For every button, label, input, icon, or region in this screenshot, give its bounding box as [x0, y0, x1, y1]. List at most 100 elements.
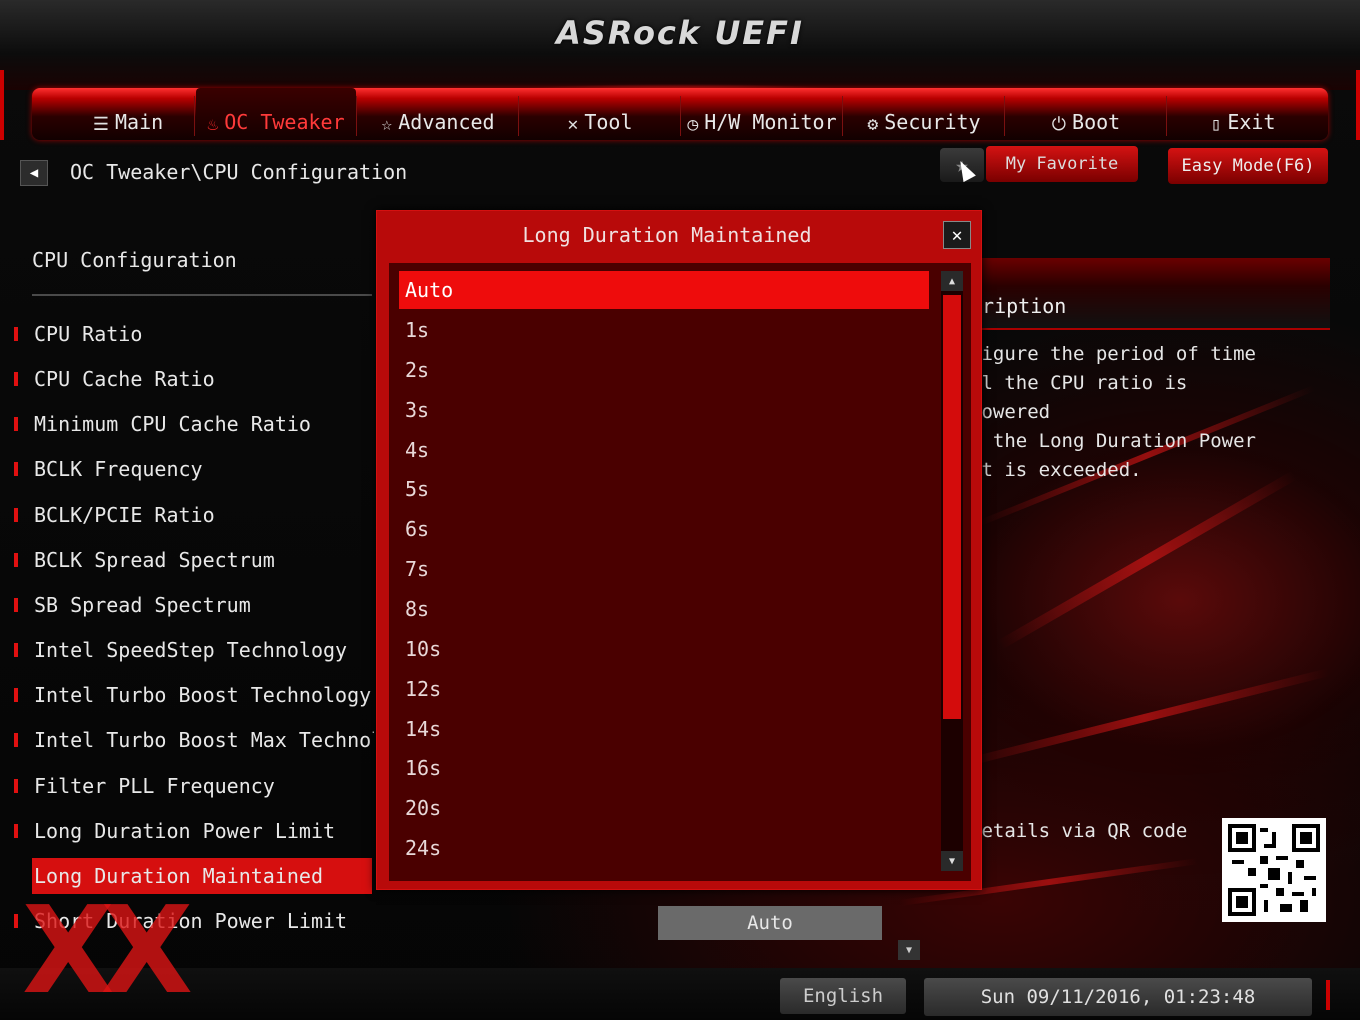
option-item[interactable]: 3s — [399, 391, 929, 429]
nav-divider — [680, 96, 681, 136]
tab-label: H/W Monitor — [704, 110, 837, 134]
page-scroll-down-button[interactable]: ▼ — [898, 940, 920, 960]
main-nav: ☰ Main ♨ OC Tweaker ☆ Advanced ✕ Tool ◷ … — [32, 88, 1328, 140]
bullet-icon — [14, 824, 18, 838]
scroll-thumb[interactable] — [943, 295, 961, 719]
scroll-up-button[interactable]: ▲ — [941, 271, 963, 291]
modal-title: Long Duration Maintained — [522, 223, 812, 247]
section-divider — [32, 294, 372, 296]
description-line: n the Long Duration Power — [970, 430, 1256, 452]
menu-item-min-cpu-cache-ratio[interactable]: Minimum CPU Cache Ratio — [14, 406, 374, 442]
close-icon: ✕ — [951, 224, 963, 246]
edge-accent — [1326, 980, 1330, 1010]
app-logo: ASRock UEFI — [556, 14, 804, 52]
option-item[interactable]: Auto — [399, 271, 929, 309]
description-line: il the CPU ratio is lowered — [970, 372, 1188, 423]
tab-oc-tweaker[interactable]: ♨ OC Tweaker — [196, 88, 356, 140]
menu-item-label: SB Spread Spectrum — [34, 593, 251, 617]
exit-icon: ▯ — [1210, 114, 1222, 135]
menu-item-turbo-boost[interactable]: Intel Turbo Boost Technology — [14, 677, 374, 713]
option-item[interactable]: 10s — [399, 630, 929, 668]
description-title: cription — [970, 294, 1067, 318]
qr-code — [1222, 818, 1326, 922]
tab-tool[interactable]: ✕ Tool — [520, 88, 680, 140]
bullet-icon — [14, 598, 18, 612]
option-item[interactable]: 2s — [399, 351, 929, 389]
description-line: figure the period of time — [970, 343, 1256, 365]
tab-exit[interactable]: ▯ Exit — [1168, 88, 1318, 140]
tab-label: OC Tweaker — [224, 110, 345, 134]
option-item[interactable]: 20s — [399, 789, 929, 827]
option-item[interactable]: 12s — [399, 670, 929, 708]
bullet-icon — [14, 372, 18, 386]
description-text: figure the period of time il the CPU rat… — [970, 340, 1270, 485]
option-item[interactable]: 6s — [399, 510, 929, 548]
menu-item-cpu-cache-ratio[interactable]: CPU Cache Ratio — [14, 361, 374, 397]
tab-main[interactable]: ☰ Main — [68, 88, 188, 140]
chevron-down-icon: ▼ — [948, 855, 956, 867]
section-title: CPU Configuration — [32, 248, 237, 272]
scroll-down-button[interactable]: ▼ — [941, 851, 963, 871]
qr-code-icon — [1228, 824, 1320, 916]
menu-item-label: BCLK/PCIE Ratio — [34, 503, 215, 527]
watermark-logo: XX — [22, 882, 193, 1020]
option-scrollbar[interactable]: ▲ ▼ — [941, 271, 963, 871]
menu-item-label: BCLK Frequency — [34, 457, 203, 481]
menu-item-label: CPU Ratio — [34, 322, 143, 346]
option-modal: Long Duration Maintained ✕ Auto 1s 2s 3s… — [376, 210, 982, 890]
value-dropdown[interactable]: Auto — [658, 906, 882, 940]
bullet-icon — [14, 327, 18, 341]
menu-item-long-duration-power-limit[interactable]: Long Duration Power Limit — [14, 813, 374, 849]
menu-item-label: Intel Turbo Boost Max Technology — [34, 728, 374, 752]
datetime-display: Sun 09/11/2016, 01:23:48 — [924, 978, 1312, 1016]
menu-item-label: Minimum CPU Cache Ratio — [34, 412, 311, 436]
edge-accent — [1356, 70, 1360, 140]
option-item[interactable]: 1s — [399, 311, 929, 349]
tab-label: Security — [884, 110, 981, 134]
menu-item-bclk-frequency[interactable]: BCLK Frequency — [14, 451, 374, 487]
back-arrow-icon: ◀ — [29, 165, 39, 181]
menu-item-label: Filter PLL Frequency — [34, 774, 275, 798]
bullet-icon — [14, 553, 18, 567]
tab-boot[interactable]: ⏻ Boot — [1006, 88, 1166, 140]
menu-item-cpu-ratio[interactable]: CPU Ratio — [14, 316, 374, 352]
tools-icon: ✕ — [567, 114, 579, 135]
power-icon: ⏻ — [1051, 114, 1067, 135]
option-item[interactable]: 16s — [399, 749, 929, 787]
bullet-icon — [14, 462, 18, 476]
menu-item-speedstep[interactable]: Intel SpeedStep Technology — [14, 632, 374, 668]
tab-advanced[interactable]: ☆ Advanced — [358, 88, 518, 140]
option-list: Auto 1s 2s 3s 4s 5s 6s 7s 8s 10s 12s 14s… — [389, 263, 971, 881]
nav-divider — [194, 96, 195, 136]
option-item[interactable]: 14s — [399, 710, 929, 748]
menu-item-sb-spread-spectrum[interactable]: SB Spread Spectrum — [14, 587, 374, 623]
my-favorite-button[interactable]: My Favorite — [986, 146, 1138, 182]
language-button[interactable]: English — [780, 978, 906, 1014]
tab-label: Exit — [1227, 110, 1276, 134]
star-icon: ☆ — [381, 114, 393, 135]
option-item[interactable]: 5s — [399, 470, 929, 508]
bullet-icon — [14, 508, 18, 522]
bullet-icon — [14, 779, 18, 793]
shield-icon: ⚙ — [867, 114, 879, 135]
tab-label: Advanced — [398, 110, 495, 134]
option-item[interactable]: 7s — [399, 550, 929, 588]
back-button[interactable]: ◀ — [20, 160, 48, 186]
qr-label: details via QR code — [970, 820, 1188, 842]
tab-hw-monitor[interactable]: ◷ H/W Monitor — [682, 88, 842, 140]
menu-item-bclk-pcie-ratio[interactable]: BCLK/PCIE Ratio — [14, 497, 374, 533]
monitor-icon: ◷ — [687, 114, 699, 135]
tab-label: Main — [114, 110, 164, 134]
menu-item-bclk-spread-spectrum[interactable]: BCLK Spread Spectrum — [14, 542, 374, 578]
close-button[interactable]: ✕ — [943, 221, 971, 249]
easy-mode-button[interactable]: Easy Mode(F6) — [1168, 148, 1328, 184]
menu-item-turbo-boost-max[interactable]: Intel Turbo Boost Max Technology — [14, 722, 374, 758]
tab-security[interactable]: ⚙ Security — [844, 88, 1004, 140]
option-item[interactable]: 24s — [399, 829, 929, 867]
menu-item-label: Intel Turbo Boost Technology — [34, 683, 372, 707]
bullet-icon — [14, 643, 18, 657]
option-item[interactable]: 8s — [399, 590, 929, 628]
nav-divider — [1004, 96, 1005, 136]
menu-item-filter-pll[interactable]: Filter PLL Frequency — [14, 768, 374, 804]
option-item[interactable]: 4s — [399, 431, 929, 469]
